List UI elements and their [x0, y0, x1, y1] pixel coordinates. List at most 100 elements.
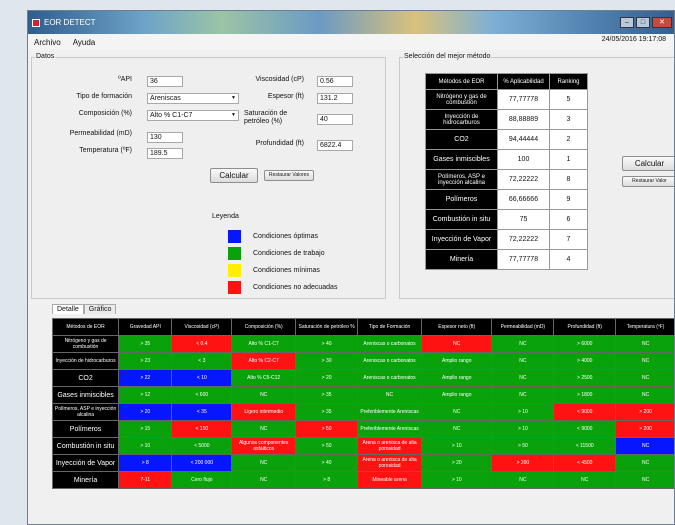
legend-item: Condiciones de trabajo	[228, 247, 325, 260]
detail-cell: NC	[357, 386, 423, 404]
detail-cell: Alto % C1-C7	[231, 335, 297, 353]
detail-cell: > 20	[295, 369, 359, 387]
datos-group: Datos ºAPI 36 Tipo de formación Arenisca…	[31, 53, 386, 300]
detail-cell: Alto % C2-C7	[231, 352, 297, 370]
minimize-button[interactable]: –	[620, 17, 634, 28]
detail-cell: NC	[491, 352, 555, 370]
legend-label: Condiciones de trabajo	[253, 250, 325, 257]
detail-cell: NC	[421, 335, 493, 353]
ranking-header-cell: Ranking	[549, 73, 588, 90]
detail-cell: > 200	[615, 420, 674, 438]
profundidad-input[interactable]: 6822.4	[317, 140, 353, 151]
detail-cell: > 23	[118, 352, 173, 370]
detail-cell: Preferiblemente Areniscas	[357, 420, 423, 438]
ranking-row: Inyección de Vapor 72,22222 7	[425, 229, 588, 250]
detail-method-cell: Gases inmiscibles	[51, 386, 120, 404]
seleccion-group-label: Selección del mejor método	[403, 53, 492, 60]
ranking-cell: 7	[549, 229, 588, 250]
detail-cell: > 22	[118, 369, 173, 387]
espesor-input[interactable]: 131.2	[317, 93, 353, 104]
detail-cell: NC	[615, 352, 674, 370]
composicion-select[interactable]: Alto % C1-C7	[147, 110, 239, 121]
close-button[interactable]: ✕	[652, 17, 672, 28]
detail-cell: NC	[615, 471, 674, 489]
detail-method-cell: Inyección de Vapor	[51, 454, 120, 472]
ranking-row: Inyección de hidrocarburos 88,88889 3	[425, 109, 588, 130]
datos-group-label: Datos	[35, 53, 56, 60]
tab-grafico[interactable]: Gráfico	[83, 304, 117, 314]
seleccion-restaurar-button[interactable]: Restaurar Valor	[622, 176, 674, 187]
api-label: ºAPI	[118, 76, 132, 83]
ranking-cell: 72,22222	[497, 229, 550, 250]
ranking-row: Gases inmiscibles 100 1	[425, 149, 588, 170]
detail-header-row: Métodos de EOR Gravedad API Viscosidad (cP…	[51, 318, 674, 336]
detail-cell: < 200 000	[171, 454, 233, 472]
detail-header-cell: Permeabilidad (mD)	[491, 318, 555, 336]
ranking-cell: 94,44444	[497, 129, 550, 150]
detail-cell: NC	[491, 369, 555, 387]
ranking-cell: 9	[549, 189, 588, 210]
tab-strip: Detalle Gráfico	[52, 304, 117, 314]
detail-row: Inyección de Vapor > 8 < 200 000 NC > 40 Aren…	[51, 454, 674, 472]
legend: Condiciones óptimas Condiciones de trabaj…	[228, 230, 378, 300]
detail-method-cell: Combustión in situ	[51, 437, 120, 455]
saturacion-input[interactable]: 40	[317, 114, 353, 125]
detail-cell: > 10	[491, 420, 555, 438]
tab-detalle[interactable]: Detalle	[52, 304, 84, 314]
detail-header-cell: Profundidad (ft)	[553, 318, 617, 336]
detail-cell: > 10	[421, 437, 493, 455]
menu-archivo[interactable]: Archivo	[28, 38, 67, 47]
detail-method-cell: Polímeros	[51, 420, 120, 438]
detail-method-cell: CO2	[51, 369, 120, 387]
ranking-cell: Nitrógeno y gas de combustión	[425, 89, 498, 110]
detail-cell: NC	[615, 454, 674, 472]
detail-method-cell: Inyección de hidrocarburos	[51, 352, 120, 370]
detail-cell: Areniscas o carbonatos	[357, 369, 423, 387]
ranking-cell: Polímeros	[425, 189, 498, 210]
title-bar: EOR DETECT – □ ✕	[28, 11, 674, 34]
detail-cell: > 200	[491, 454, 555, 472]
api-input[interactable]: 36	[147, 76, 183, 87]
ranking-cell: 2	[549, 129, 588, 150]
permeabilidad-input[interactable]: 130	[147, 132, 183, 143]
detail-row: CO2 > 22 < 10 Alto % C5-C12 > 20 Areniscas o …	[51, 369, 674, 387]
detail-cell: > 30	[295, 352, 359, 370]
temperatura-input[interactable]: 189.5	[147, 148, 183, 159]
menu-ayuda[interactable]: Ayuda	[67, 38, 102, 47]
detail-cell: > 6000	[553, 335, 617, 353]
detail-cell: > 10	[421, 471, 493, 489]
detail-row: Nitrógeno y gas de combustión > 35 < 0.4 Al…	[51, 335, 674, 353]
detail-method-cell: Nitrógeno y gas de combustión	[51, 335, 120, 353]
ranking-cell: 3	[549, 109, 588, 130]
ranking-row: Polímeros 66,66666 9	[425, 189, 588, 210]
detail-cell: < 5000	[171, 437, 233, 455]
detail-cell: > 10	[491, 403, 555, 421]
viscosidad-input[interactable]: 0.56	[317, 76, 353, 87]
detail-header-cell: Espesor neto (ft)	[421, 318, 493, 336]
detail-cell: Algunos componentes asfálticos	[231, 437, 297, 455]
formacion-select[interactable]: Areniscas	[147, 93, 239, 104]
legend-swatch	[228, 247, 241, 260]
detail-cell: < 11500	[553, 437, 617, 455]
restaurar-valores-button[interactable]: Restaurar Valores	[264, 170, 314, 181]
espesor-label: Espesor (ft)	[267, 93, 304, 100]
detail-cell: > 15	[118, 420, 173, 438]
ranking-table: Métodos de EOR% Aplicabilidad Ranking Nitr…	[425, 73, 588, 270]
detail-cell: < 600	[171, 386, 233, 404]
detail-cell: NC	[491, 335, 555, 353]
detail-cell: NC	[231, 454, 297, 472]
ranking-cell: Minería	[425, 249, 498, 270]
window-title: EOR DETECT	[44, 18, 96, 27]
menu-bar: Archivo Ayuda 24/05/2016 19:17:08	[28, 34, 674, 50]
seleccion-calcular-button[interactable]: Calcular	[622, 156, 674, 171]
detail-cell: NC	[421, 420, 493, 438]
detail-cell: > 35	[118, 335, 173, 353]
calcular-button[interactable]: Calcular	[210, 168, 258, 183]
datetime-display: 24/05/2016 19:17:08	[601, 36, 666, 43]
detail-method-cell: Polímeros, ASP e inyección alcalina	[51, 403, 120, 421]
detail-cell: Amplio rango	[421, 386, 493, 404]
ranking-cell: Polímeros, ASP e inyección alcalina	[425, 169, 498, 190]
composicion-label: Composición (%)	[78, 110, 132, 117]
detail-cell: > 40	[295, 454, 359, 472]
maximize-button[interactable]: □	[636, 17, 650, 28]
